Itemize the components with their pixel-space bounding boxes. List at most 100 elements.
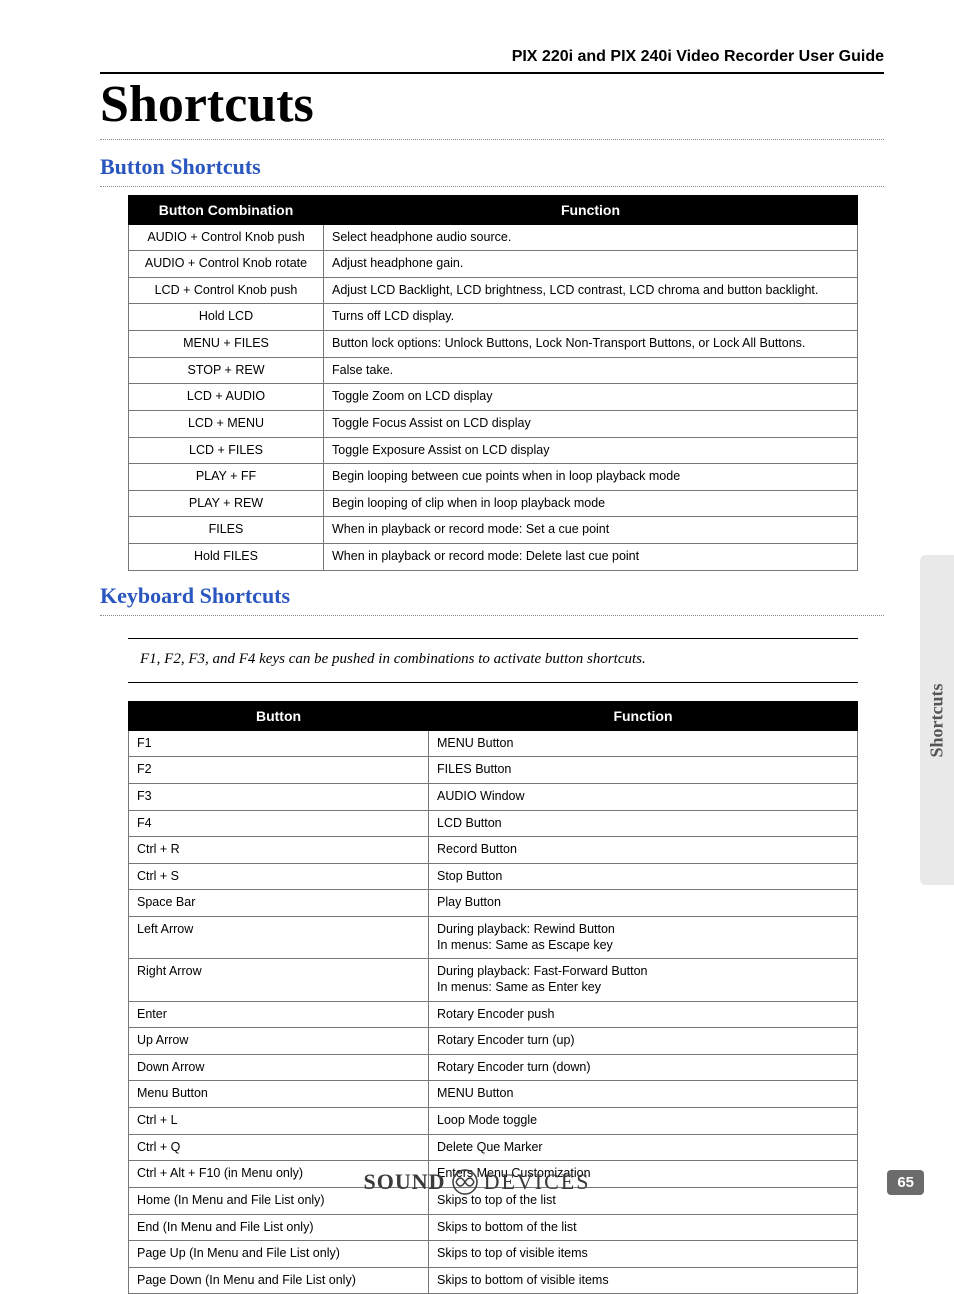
table-row: PLAY + REWBegin looping of clip when in … bbox=[129, 490, 858, 517]
cell-function: During playback: Rewind Button In menus:… bbox=[429, 917, 858, 959]
cell-button: F1 bbox=[129, 730, 429, 757]
cell-button: Right Arrow bbox=[129, 959, 429, 1001]
cell-button: Down Arrow bbox=[129, 1054, 429, 1081]
table-row: Ctrl + SStop Button bbox=[129, 863, 858, 890]
cell-button-combination: AUDIO + Control Knob rotate bbox=[129, 251, 324, 278]
cell-function: Rotary Encoder turn (down) bbox=[429, 1054, 858, 1081]
brand-sound: SOUND bbox=[364, 1169, 446, 1195]
note-rule-top bbox=[128, 638, 858, 639]
side-tab-label: Shortcuts bbox=[927, 683, 948, 757]
table-row: Page Up (In Menu and File List only)Skip… bbox=[129, 1241, 858, 1268]
table-row: F1MENU Button bbox=[129, 730, 858, 757]
cell-button-combination: Hold LCD bbox=[129, 304, 324, 331]
cell-function: Adjust LCD Backlight, LCD brightness, LC… bbox=[324, 277, 858, 304]
table-row: Right ArrowDuring playback: Fast-Forward… bbox=[129, 959, 858, 1001]
table-row: Left ArrowDuring playback: Rewind Button… bbox=[129, 917, 858, 959]
table-row: MENU + FILESButton lock options: Unlock … bbox=[129, 331, 858, 358]
footer: SOUND DEVICES bbox=[0, 1169, 954, 1195]
cell-button-combination: LCD + MENU bbox=[129, 410, 324, 437]
cell-function: When in playback or record mode: Delete … bbox=[324, 544, 858, 571]
cell-button-combination: LCD + Control Knob push bbox=[129, 277, 324, 304]
section-rule bbox=[100, 615, 884, 616]
cell-function: Play Button bbox=[429, 890, 858, 917]
table-row: Up ArrowRotary Encoder turn (up) bbox=[129, 1028, 858, 1055]
note-rule-bottom bbox=[128, 682, 858, 683]
cell-function: Delete Que Marker bbox=[429, 1134, 858, 1161]
cell-function: False take. bbox=[324, 357, 858, 384]
cell-button: Menu Button bbox=[129, 1081, 429, 1108]
cell-button: Up Arrow bbox=[129, 1028, 429, 1055]
table-row: Ctrl + RRecord Button bbox=[129, 837, 858, 864]
table-row: LCD + MENUToggle Focus Assist on LCD dis… bbox=[129, 410, 858, 437]
title-rule bbox=[100, 139, 884, 140]
cell-button: F2 bbox=[129, 757, 429, 784]
col-function: Function bbox=[324, 195, 858, 224]
cell-function: FILES Button bbox=[429, 757, 858, 784]
cell-function: MENU Button bbox=[429, 730, 858, 757]
cell-function: Begin looping between cue points when in… bbox=[324, 464, 858, 491]
cell-function: Skips to bottom of the list bbox=[429, 1214, 858, 1241]
table-row: LCD + FILESToggle Exposure Assist on LCD… bbox=[129, 437, 858, 464]
table-row: EnterRotary Encoder push bbox=[129, 1001, 858, 1028]
cell-function: Turns off LCD display. bbox=[324, 304, 858, 331]
table-row: F2FILES Button bbox=[129, 757, 858, 784]
cell-button-combination: MENU + FILES bbox=[129, 331, 324, 358]
section-rule bbox=[100, 186, 884, 187]
cell-button: Page Down (In Menu and File List only) bbox=[129, 1267, 429, 1294]
col-function: Function bbox=[429, 701, 858, 730]
cell-button: Ctrl + L bbox=[129, 1108, 429, 1135]
cell-button: End (In Menu and File List only) bbox=[129, 1214, 429, 1241]
page-title: Shortcuts bbox=[100, 78, 884, 133]
cell-function: Rotary Encoder push bbox=[429, 1001, 858, 1028]
table-row: F3AUDIO Window bbox=[129, 783, 858, 810]
section-keyboard-shortcuts: Keyboard Shortcuts bbox=[100, 583, 884, 609]
cell-function: Toggle Zoom on LCD display bbox=[324, 384, 858, 411]
table-row: LCD + AUDIOToggle Zoom on LCD display bbox=[129, 384, 858, 411]
cell-button-combination: STOP + REW bbox=[129, 357, 324, 384]
cell-function: AUDIO Window bbox=[429, 783, 858, 810]
table-row: Hold LCDTurns off LCD display. bbox=[129, 304, 858, 331]
cell-function: Skips to top of visible items bbox=[429, 1241, 858, 1268]
cell-function: Adjust headphone gain. bbox=[324, 251, 858, 278]
cell-button: Ctrl + Q bbox=[129, 1134, 429, 1161]
cell-function: Toggle Exposure Assist on LCD display bbox=[324, 437, 858, 464]
keyboard-shortcuts-table: Button Function F1MENU ButtonF2FILES But… bbox=[128, 701, 858, 1294]
keyboard-note: F1, F2, F3, and F4 keys can be pushed in… bbox=[140, 651, 884, 668]
table-row: FILESWhen in playback or record mode: Se… bbox=[129, 517, 858, 544]
cell-button: Space Bar bbox=[129, 890, 429, 917]
table-row: End (In Menu and File List only)Skips to… bbox=[129, 1214, 858, 1241]
cell-function: Stop Button bbox=[429, 863, 858, 890]
guide-title: PIX 220i and PIX 240i Video Recorder Use… bbox=[100, 48, 884, 74]
cell-button-combination: LCD + FILES bbox=[129, 437, 324, 464]
cell-function: Skips to bottom of visible items bbox=[429, 1267, 858, 1294]
cell-button: Ctrl + R bbox=[129, 837, 429, 864]
table-row: LCD + Control Knob pushAdjust LCD Backli… bbox=[129, 277, 858, 304]
cell-function: Record Button bbox=[429, 837, 858, 864]
cell-button: F4 bbox=[129, 810, 429, 837]
table-row: Ctrl + QDelete Que Marker bbox=[129, 1134, 858, 1161]
table-row: Page Down (In Menu and File List only)Sk… bbox=[129, 1267, 858, 1294]
page-number-badge: 65 bbox=[887, 1170, 924, 1195]
table-row: Hold FILESWhen in playback or record mod… bbox=[129, 544, 858, 571]
cell-button-combination: FILES bbox=[129, 517, 324, 544]
cell-function: Loop Mode toggle bbox=[429, 1108, 858, 1135]
table-row: AUDIO + Control Knob rotateAdjust headph… bbox=[129, 251, 858, 278]
cell-button-combination: Hold FILES bbox=[129, 544, 324, 571]
section-button-shortcuts: Button Shortcuts bbox=[100, 154, 884, 180]
cell-button: Left Arrow bbox=[129, 917, 429, 959]
cell-function: Select headphone audio source. bbox=[324, 224, 858, 251]
cell-function: MENU Button bbox=[429, 1081, 858, 1108]
wave-icon bbox=[452, 1169, 478, 1195]
table-row: Ctrl + LLoop Mode toggle bbox=[129, 1108, 858, 1135]
cell-button: Ctrl + S bbox=[129, 863, 429, 890]
cell-button: Page Up (In Menu and File List only) bbox=[129, 1241, 429, 1268]
cell-button-combination: LCD + AUDIO bbox=[129, 384, 324, 411]
table-row: Menu ButtonMENU Button bbox=[129, 1081, 858, 1108]
cell-button-combination: PLAY + REW bbox=[129, 490, 324, 517]
table-row: STOP + REWFalse take. bbox=[129, 357, 858, 384]
cell-function: Button lock options: Unlock Buttons, Loc… bbox=[324, 331, 858, 358]
cell-function: LCD Button bbox=[429, 810, 858, 837]
cell-function: When in playback or record mode: Set a c… bbox=[324, 517, 858, 544]
cell-function: Rotary Encoder turn (up) bbox=[429, 1028, 858, 1055]
table-header-row: Button Combination Function bbox=[129, 195, 858, 224]
